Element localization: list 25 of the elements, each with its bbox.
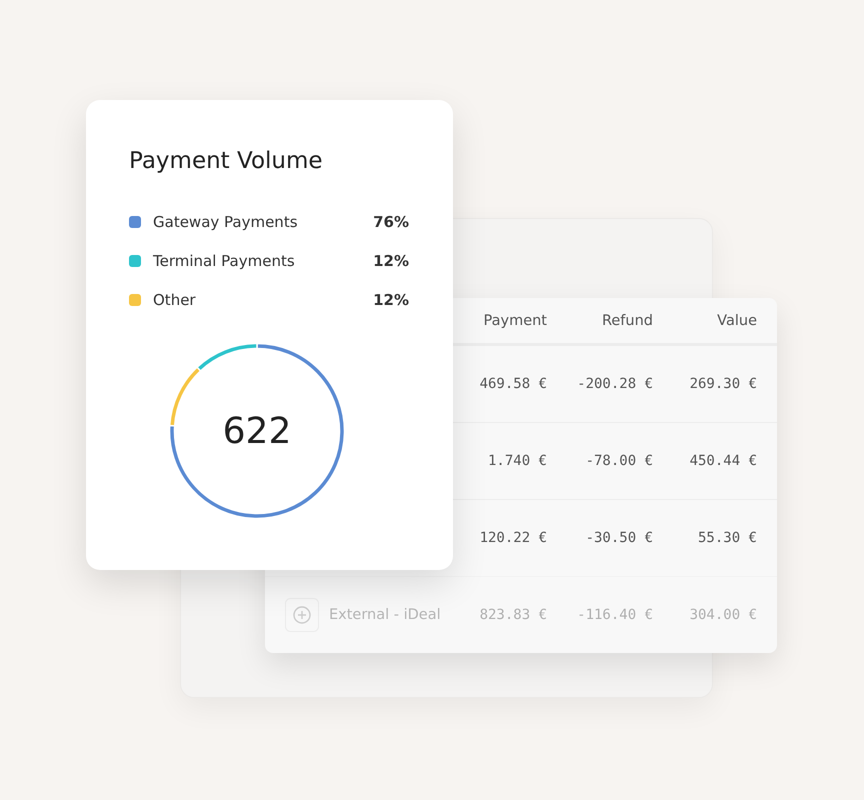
table-cell-text: 469.58 €: [478, 376, 547, 392]
plus-icon[interactable]: [285, 598, 319, 632]
legend-label: Gateway Payments: [153, 212, 299, 230]
legend-percent: 76%: [373, 212, 409, 230]
column-header: Refund: [600, 312, 653, 328]
column-header: Payment: [482, 312, 547, 328]
table-cell-text: 269.30 €: [688, 376, 757, 392]
total-value: 622: [222, 410, 292, 452]
table-cell-text: -78.00 €: [584, 453, 653, 469]
legend-label: Other: [153, 290, 197, 308]
column-header: Value: [716, 312, 757, 328]
table-cell-text: 120.22 €: [478, 530, 547, 546]
legend-percent: 12%: [373, 290, 409, 308]
table-cell-text: 450.44 €: [688, 453, 757, 469]
table-cell-text: 823.83 €: [478, 607, 547, 623]
table-cell-text: 304.00 €: [688, 607, 757, 623]
table-cell-text: -30.50 €: [584, 530, 653, 546]
table-cell-text: 1.740 €: [486, 453, 547, 469]
card-title: Payment Volume: [129, 148, 324, 174]
table-cell-text: -116.40 €: [576, 607, 653, 623]
table-cell-text: 55.30 €: [696, 530, 757, 546]
legend-percent: 12%: [373, 252, 409, 270]
legend-label: Terminal Payments: [153, 252, 296, 270]
table-cell-text: -200.28 €: [576, 376, 653, 392]
table-cell: External - iDeal: [329, 607, 441, 623]
